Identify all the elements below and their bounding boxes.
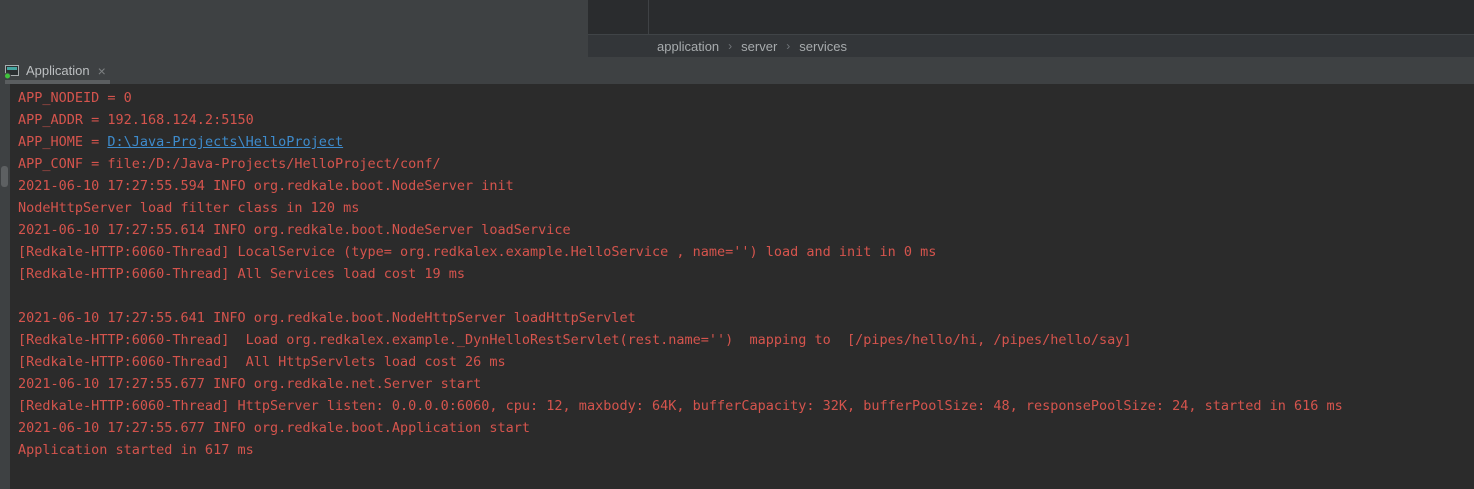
console-scrollbar-thumb[interactable]	[1, 166, 8, 187]
console-line: 2021-06-10 17:27:55.594 INFO org.redkale…	[18, 175, 1474, 197]
console-line: [Redkale-HTTP:6060-Thread] LocalService …	[18, 241, 1474, 263]
editor-area	[588, 0, 1474, 34]
run-console-icon	[4, 63, 20, 79]
console-line: Application started in 617 ms	[18, 439, 1474, 461]
console-line: 2021-06-10 17:27:55.677 INFO org.redkale…	[18, 417, 1474, 439]
console-line: [Redkale-HTTP:6060-Thread] HttpServer li…	[18, 395, 1474, 417]
console-line	[18, 285, 1474, 307]
breadcrumb-item-services[interactable]: services	[799, 39, 847, 54]
console-gutter	[0, 84, 10, 489]
console-line: 2021-06-10 17:27:55.614 INFO org.redkale…	[18, 219, 1474, 241]
editor-split-divider	[648, 0, 649, 34]
file-path-link[interactable]: D:\Java-Projects\HelloProject	[107, 134, 343, 150]
console-line: [Redkale-HTTP:6060-Thread] All HttpServl…	[18, 351, 1474, 373]
console-line: [Redkale-HTTP:6060-Thread] Load org.redk…	[18, 329, 1474, 351]
running-indicator-dot	[5, 73, 11, 79]
console-line: 2021-06-10 17:27:55.677 INFO org.redkale…	[18, 373, 1474, 395]
console-line: APP_NODEID = 0	[18, 87, 1474, 109]
breadcrumb-separator-icon: ›	[786, 39, 790, 53]
top-left-panel	[0, 0, 588, 57]
breadcrumb-item-application[interactable]: application	[657, 39, 719, 54]
console-line: [Redkale-HTTP:6060-Thread] All Services …	[18, 263, 1474, 285]
console-line: APP_CONF = file:/D:/Java-Projects/HelloP…	[18, 153, 1474, 175]
console-line-prefix: APP_HOME =	[18, 134, 107, 150]
console-line: APP_HOME = D:\Java-Projects\HelloProject	[18, 131, 1474, 153]
breadcrumb-item-server[interactable]: server	[741, 39, 777, 54]
close-icon[interactable]: ×	[98, 64, 106, 78]
breadcrumb-separator-icon: ›	[728, 39, 732, 53]
tab-application-label: Application	[26, 63, 90, 78]
console-log: APP_NODEID = 0APP_ADDR = 192.168.124.2:5…	[18, 87, 1474, 461]
console-output: APP_NODEID = 0APP_ADDR = 192.168.124.2:5…	[0, 84, 1474, 489]
console-line: NodeHttpServer load filter class in 120 …	[18, 197, 1474, 219]
console-line: APP_ADDR = 192.168.124.2:5150	[18, 109, 1474, 131]
breadcrumb: application › server › services	[588, 34, 1474, 57]
run-tab-bar: Application ×	[0, 57, 1474, 84]
console-line: 2021-06-10 17:27:55.641 INFO org.redkale…	[18, 307, 1474, 329]
